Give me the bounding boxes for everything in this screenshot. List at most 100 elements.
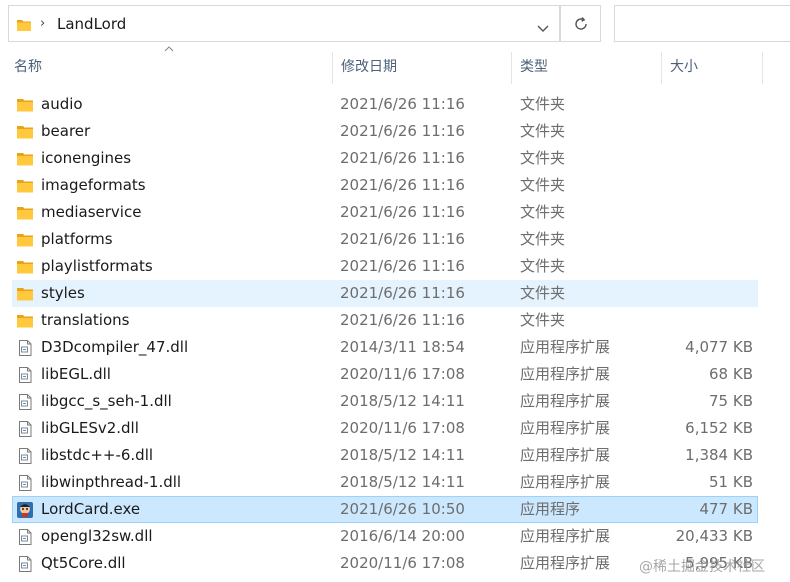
file-name[interactable]: libGLESv2.dll (41, 415, 139, 442)
file-row[interactable]: libstdc++-6.dll 2018/5/12 14:11 应用程序扩展 1,38… (0, 442, 790, 469)
file-name[interactable]: iconengines (41, 145, 131, 172)
folder-row[interactable]: platforms 2021/6/26 11:16 文件夹 (0, 226, 790, 253)
file-type: 应用程序扩展 (520, 392, 611, 410)
column-divider[interactable] (661, 52, 662, 84)
file-modified-date: 2021/6/26 11:16 (340, 257, 465, 275)
folder-icon (16, 258, 34, 276)
dll-icon (16, 528, 34, 546)
column-header-date[interactable]: 修改日期 (341, 50, 397, 84)
file-row[interactable]: LordCard.exe 2021/6/26 10:50 应用程序 477 KB (12, 496, 758, 523)
file-row[interactable]: libEGL.dll 2020/11/6 17:08 应用程序扩展 68 KB (0, 361, 790, 388)
file-name[interactable]: platforms (41, 226, 113, 253)
column-divider[interactable] (332, 52, 333, 84)
file-list: audio 2021/6/26 11:16 文件夹 bearer 2021/6/26 1… (0, 91, 790, 577)
file-name[interactable]: playlistformats (41, 253, 153, 280)
file-modified-date: 2020/11/6 17:08 (340, 419, 465, 437)
watermark: @稀土掘金技术社区 (639, 559, 765, 575)
column-divider[interactable] (762, 52, 763, 84)
file-name[interactable]: mediaservice (41, 199, 141, 226)
file-size: 4,077 KB (685, 338, 753, 356)
file-size: 1,384 KB (685, 446, 753, 464)
folder-icon (16, 285, 34, 303)
file-modified-date: 2018/5/12 14:11 (340, 446, 465, 464)
file-type: 应用程序扩展 (520, 446, 611, 464)
dll-icon (16, 474, 34, 492)
file-name[interactable]: LordCard.exe (41, 496, 140, 523)
file-modified-date: 2014/3/11 18:54 (340, 338, 465, 356)
folder-row[interactable]: bearer 2021/6/26 11:16 文件夹 (0, 118, 790, 145)
column-header-row: 名称 修改日期 类型 大小 (0, 50, 790, 84)
file-type: 文件夹 (520, 203, 566, 221)
file-modified-date: 2016/6/14 20:00 (340, 527, 465, 545)
file-type: 应用程序 (520, 500, 581, 518)
file-name[interactable]: Qt5Core.dll (41, 550, 126, 577)
file-name[interactable]: D3Dcompiler_47.dll (41, 334, 188, 361)
dll-icon (16, 393, 34, 411)
file-name[interactable]: opengl32sw.dll (41, 523, 153, 550)
folder-row[interactable]: mediaservice 2021/6/26 11:16 文件夹 (0, 199, 790, 226)
file-row[interactable]: D3Dcompiler_47.dll 2014/3/11 18:54 应用程序扩展 4… (0, 334, 790, 361)
file-size: 51 KB (709, 473, 753, 491)
file-modified-date: 2020/11/6 17:08 (340, 365, 465, 383)
refresh-icon (575, 17, 587, 30)
file-size: 477 KB (699, 500, 753, 518)
file-size: 75 KB (709, 392, 753, 410)
folder-icon (16, 231, 34, 249)
file-row[interactable]: libGLESv2.dll 2020/11/6 17:08 应用程序扩展 6,152 … (0, 415, 790, 442)
file-name[interactable]: audio (41, 91, 83, 118)
file-modified-date: 2021/6/26 11:16 (340, 203, 465, 221)
dll-icon (16, 447, 34, 465)
folder-row[interactable]: imageformats 2021/6/26 11:16 文件夹 (0, 172, 790, 199)
address-bar[interactable]: › LandLord (8, 5, 560, 42)
file-modified-date: 2021/6/26 11:16 (340, 122, 465, 140)
file-type: 文件夹 (520, 230, 566, 248)
folder-icon (16, 123, 34, 141)
folder-row[interactable]: translations 2021/6/26 11:16 文件夹 (0, 307, 790, 334)
folder-row[interactable]: playlistformats 2021/6/26 11:16 文件夹 (0, 253, 790, 280)
folder-row[interactable]: styles 2021/6/26 11:16 文件夹 (12, 280, 758, 307)
refresh-button[interactable] (560, 5, 601, 42)
file-type: 应用程序扩展 (520, 419, 611, 437)
file-name[interactable]: libgcc_s_seh-1.dll (41, 388, 172, 415)
file-name[interactable]: styles (41, 280, 85, 307)
app-icon (16, 501, 34, 519)
chevron-right-icon[interactable]: › (40, 17, 45, 31)
column-header-size[interactable]: 大小 (670, 50, 698, 84)
column-header-type[interactable]: 类型 (520, 50, 548, 84)
file-name[interactable]: libstdc++-6.dll (41, 442, 153, 469)
folder-icon (16, 177, 34, 195)
file-type: 文件夹 (520, 95, 566, 113)
file-row[interactable]: libwinpthread-1.dll 2018/5/12 14:11 应用程序扩展… (0, 469, 790, 496)
file-type: 文件夹 (520, 149, 566, 167)
column-header-name[interactable]: 名称 (14, 50, 42, 84)
file-row[interactable]: libgcc_s_seh-1.dll 2018/5/12 14:11 应用程序扩展 7… (0, 388, 790, 415)
file-name[interactable]: translations (41, 307, 129, 334)
folder-icon (16, 312, 34, 330)
file-type: 应用程序扩展 (520, 365, 611, 383)
folder-row[interactable]: iconengines 2021/6/26 11:16 文件夹 (0, 145, 790, 172)
dll-icon (16, 366, 34, 384)
address-path[interactable]: LandLord (57, 15, 126, 33)
chevron-down-icon[interactable] (537, 18, 549, 37)
file-type: 应用程序扩展 (520, 338, 611, 356)
file-modified-date: 2021/6/26 11:16 (340, 284, 465, 302)
file-type: 应用程序扩展 (520, 473, 611, 491)
file-type: 文件夹 (520, 284, 566, 302)
file-size: 68 KB (709, 365, 753, 383)
folder-icon (16, 17, 32, 36)
file-row[interactable]: opengl32sw.dll 2016/6/14 20:00 应用程序扩展 20,43… (0, 523, 790, 550)
file-name[interactable]: libwinpthread-1.dll (41, 469, 181, 496)
folder-row[interactable]: audio 2021/6/26 11:16 文件夹 (0, 91, 790, 118)
file-type: 文件夹 (520, 257, 566, 275)
file-modified-date: 2018/5/12 14:11 (340, 392, 465, 410)
column-divider[interactable] (511, 52, 512, 84)
file-name[interactable]: bearer (41, 118, 90, 145)
file-modified-date: 2021/6/26 11:16 (340, 95, 465, 113)
file-modified-date: 2021/6/26 11:16 (340, 176, 465, 194)
file-type: 应用程序扩展 (520, 554, 611, 572)
file-name[interactable]: imageformats (41, 172, 146, 199)
search-input[interactable] (614, 5, 790, 42)
dll-icon (16, 339, 34, 357)
file-modified-date: 2020/11/6 17:08 (340, 554, 465, 572)
file-name[interactable]: libEGL.dll (41, 361, 111, 388)
